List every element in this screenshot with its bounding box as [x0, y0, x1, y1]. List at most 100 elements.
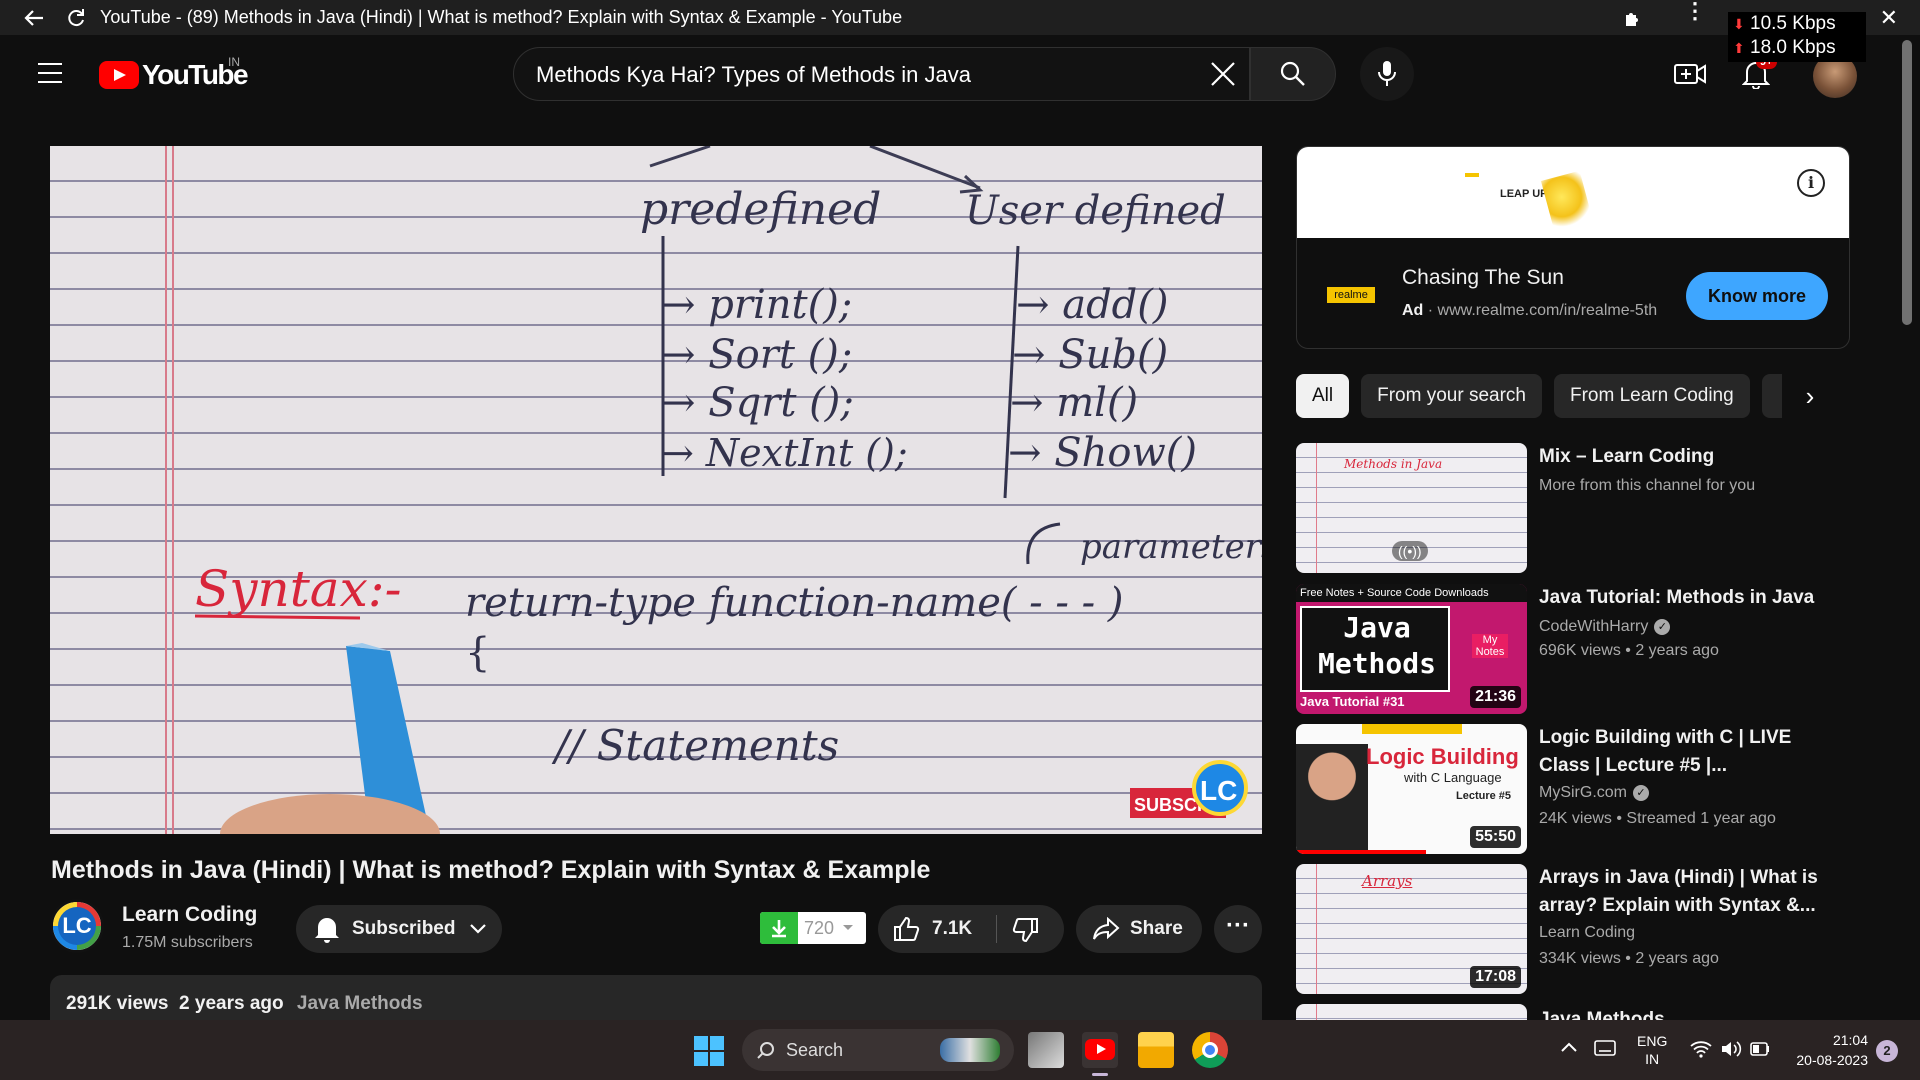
note-brace: {	[465, 630, 490, 676]
note-parameters: parameters	[1080, 527, 1262, 567]
verified-icon: ✓	[1633, 785, 1649, 801]
recommendation-title[interactable]: Java Tutorial: Methods in Java	[1539, 584, 1839, 612]
notification-count-badge[interactable]: 2	[1876, 1040, 1898, 1062]
subscribed-button[interactable]: Subscribed	[296, 905, 502, 953]
close-window-icon[interactable]: ✕	[1880, 5, 1898, 31]
taskbar-search[interactable]: Search	[742, 1029, 1014, 1071]
ad-info-icon[interactable]: i	[1797, 169, 1825, 197]
task-view-icon[interactable]	[1028, 1032, 1064, 1068]
voice-search-button[interactable]	[1360, 47, 1414, 101]
thumbnail-main-text: Logic Building	[1366, 744, 1519, 769]
thumbnail-badge: My Notes	[1472, 634, 1508, 658]
download-extension-button[interactable]: 720	[760, 912, 866, 944]
video-thumbnail[interactable]: Methods in Java ((•))	[1296, 443, 1527, 573]
wifi-icon[interactable]	[1690, 1040, 1712, 1060]
hashtag-link[interactable]: Java Methods	[297, 993, 423, 1014]
microphone-icon	[1378, 61, 1396, 86]
page-scrollbar[interactable]	[1902, 40, 1912, 325]
recommendation-item[interactable]: Logic Building with C Language Lecture #…	[1296, 724, 1856, 854]
taskbar-clock[interactable]: 21:04 20-08-2023	[1786, 1030, 1868, 1070]
thumbs-up-icon	[894, 916, 920, 941]
recommendation-title[interactable]: Mix – Learn Coding	[1539, 443, 1839, 471]
caret-down-icon	[843, 925, 854, 930]
chip-from-learn-coding[interactable]: From Learn Coding	[1554, 374, 1750, 418]
input-language[interactable]: ENG IN	[1637, 1032, 1667, 1072]
youtube-app-icon[interactable]	[1082, 1032, 1118, 1076]
browser-menu-icon[interactable]: ⋮	[1684, 0, 1706, 29]
video-thumbnail[interactable]: Logic Building with C Language Lecture #…	[1296, 724, 1527, 854]
youtube-masthead: YouTube IN Methods Kya Hai? Types of Met…	[0, 35, 1920, 113]
ad-banner-text: LEAP UP	[1500, 188, 1548, 200]
sidebar-ad[interactable]: LEAP UP i realme Chasing The Sun Ad · ww…	[1296, 146, 1850, 349]
search-button[interactable]	[1250, 47, 1336, 101]
recommendation-item[interactable]: Arrays 17:08 Arrays in Java (Hindi) | Wh…	[1296, 864, 1856, 994]
chip-all[interactable]: All	[1296, 374, 1350, 418]
like-dislike-bar: 7.1K	[878, 905, 1064, 953]
ad-url: www.realme.com/in/realme-5th	[1437, 302, 1658, 319]
guide-menu-icon[interactable]	[38, 63, 62, 83]
chip-overflow[interactable]	[1761, 374, 1782, 418]
bell-icon	[315, 918, 339, 943]
windows-taskbar: Search ENG IN 21:04 20-08-2023 2	[0, 1020, 1920, 1080]
extensions-icon[interactable]	[1622, 7, 1644, 29]
search-query: Methods Kya Hai? Types of Methods in Jav…	[536, 62, 971, 87]
more-actions-button[interactable]: ···	[1214, 905, 1262, 953]
channel-avatar[interactable]: LC	[50, 899, 104, 953]
chip-from-your-search[interactable]: From your search	[1361, 374, 1542, 418]
reload-icon[interactable]	[66, 8, 86, 28]
video-player[interactable]: predefined User defined → print(); → Sor…	[50, 146, 1262, 834]
search-icon	[757, 1042, 774, 1059]
battery-icon[interactable]	[1750, 1042, 1770, 1058]
keyboard-icon[interactable]	[1594, 1040, 1616, 1060]
notifications-icon[interactable]: 9+	[1741, 55, 1777, 91]
chevron-right-icon[interactable]: ›	[1790, 376, 1830, 416]
video-duration: 21:36	[1470, 686, 1521, 708]
recommendation-title[interactable]: Java Methods	[1539, 1006, 1839, 1020]
ad-banner[interactable]: LEAP UP i	[1297, 147, 1849, 238]
net-down-speed: 10.5 Kbps	[1750, 13, 1836, 34]
video-thumbnail[interactable]: Arrays 17:08	[1296, 864, 1527, 994]
channel-name[interactable]: Learn Coding	[122, 903, 257, 927]
ad-banner-image	[1540, 170, 1594, 232]
note-user-item: → Sub()	[1012, 332, 1168, 378]
recommendation-title[interactable]: Logic Building with C | LIVE Class | Lec…	[1539, 724, 1839, 780]
tray-chevron-icon[interactable]	[1560, 1040, 1578, 1060]
create-video-icon[interactable]	[1674, 61, 1706, 89]
ad-cta-button[interactable]: Know more	[1686, 272, 1828, 320]
thumbnail-text: Arrays	[1362, 872, 1413, 890]
clock-date: 20-08-2023	[1796, 1052, 1868, 1068]
clear-search-icon[interactable]	[1205, 56, 1241, 92]
search-icon	[1280, 61, 1305, 86]
recommendation-title[interactable]: Arrays in Java (Hindi) | What is array? …	[1539, 864, 1839, 920]
back-arrow-icon[interactable]	[24, 8, 44, 28]
note-user-item: → add()	[1016, 282, 1169, 328]
note-signature: return-type function-name( - - - )	[465, 580, 1123, 626]
subscribed-label: Subscribed	[352, 918, 456, 939]
share-button[interactable]: Share	[1076, 905, 1202, 953]
country-code: IN	[228, 55, 240, 69]
ad-title[interactable]: Chasing The Sun	[1402, 266, 1564, 290]
thumbs-down-icon	[1012, 918, 1038, 943]
note-pre-item: → NextInt ();	[662, 431, 908, 475]
language-code: ENG	[1637, 1033, 1668, 1049]
search-input[interactable]: Methods Kya Hai? Types of Methods in Jav…	[513, 47, 1250, 101]
dislike-button[interactable]	[1012, 916, 1040, 949]
youtube-logo[interactable]: YouTube IN	[99, 55, 249, 91]
video-thumbnail[interactable]: Free Notes + Source Code Downloads Java …	[1296, 584, 1527, 714]
recommendation-item[interactable]: Free Notes + Source Code Downloads Java …	[1296, 584, 1856, 714]
verified-icon: ✓	[1654, 619, 1671, 635]
video-duration: 17:08	[1470, 966, 1521, 988]
chrome-icon[interactable]	[1192, 1032, 1228, 1068]
note-user-defined: User defined	[965, 188, 1226, 234]
recommendation-item[interactable]: Java Methods	[1296, 1004, 1856, 1020]
file-explorer-icon[interactable]	[1138, 1032, 1174, 1068]
volume-icon[interactable]	[1720, 1040, 1742, 1060]
video-thumbnail[interactable]	[1296, 1004, 1527, 1020]
recommendation-item[interactable]: Methods in Java ((•)) Mix – Learn Coding…	[1296, 443, 1856, 573]
recommendation-meta: 24K views • Streamed 1 year ago	[1539, 810, 1776, 827]
search-highlight-icon	[940, 1038, 1000, 1062]
video-duration: 55:50	[1470, 826, 1521, 848]
windows-start-icon[interactable]	[694, 1036, 724, 1066]
like-button[interactable]: 7.1K	[892, 905, 972, 953]
browser-titlebar: YouTube - (89) Methods in Java (Hindi) |…	[0, 0, 1920, 35]
